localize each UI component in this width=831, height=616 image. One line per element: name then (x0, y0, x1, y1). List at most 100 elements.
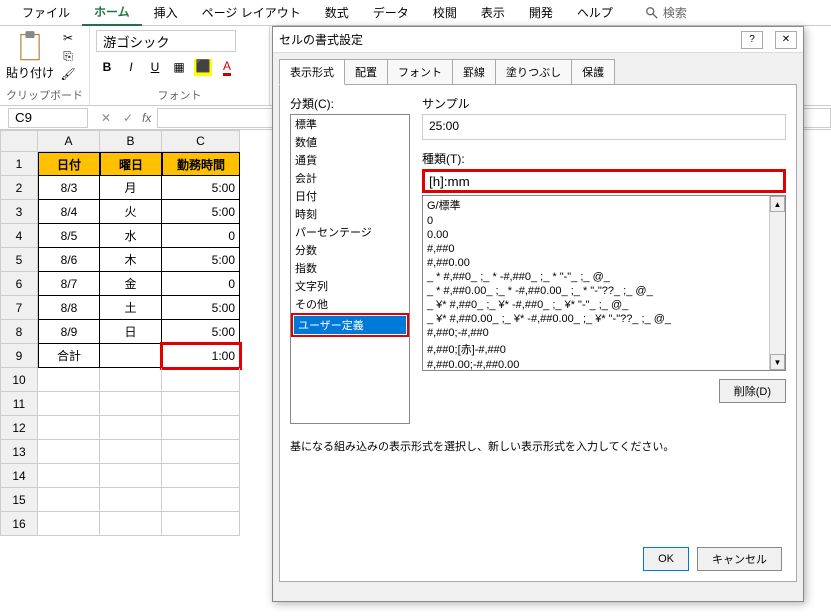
copy-button[interactable]: ⎘ (58, 48, 78, 64)
cut-button[interactable]: ✂ (58, 30, 78, 46)
cancel-button[interactable]: キャンセル (697, 547, 782, 571)
cell-B6[interactable]: 金 (100, 272, 162, 296)
scroll-down-button[interactable]: ▼ (770, 354, 785, 370)
row-header-4[interactable]: 4 (0, 224, 38, 248)
category-item-パーセンテージ[interactable]: パーセンテージ (291, 223, 409, 241)
dialog-tab-保護[interactable]: 保護 (571, 59, 615, 85)
ribbon-tab-ファイル[interactable]: ファイル (10, 0, 82, 25)
italic-button[interactable]: I (120, 56, 142, 78)
col-header-A[interactable]: A (38, 130, 100, 152)
category-item-標準[interactable]: 標準 (291, 115, 409, 133)
cell-B2[interactable]: 月 (100, 176, 162, 200)
col-header-C[interactable]: C (162, 130, 240, 152)
format-item[interactable]: #,##0.00;-#,##0.00 (423, 358, 785, 371)
row-header-10[interactable]: 10 (0, 368, 38, 392)
ribbon-tab-表示[interactable]: 表示 (469, 0, 517, 25)
category-item-ユーザー定義[interactable]: ユーザー定義 (291, 313, 409, 337)
cell-A3[interactable]: 8/4 (38, 200, 100, 224)
ribbon-tab-挿入[interactable]: 挿入 (142, 0, 190, 25)
dialog-tab-塗りつぶし[interactable]: 塗りつぶし (495, 59, 572, 85)
cell-C10[interactable] (162, 368, 240, 392)
category-item-文字列[interactable]: 文字列 (291, 277, 409, 295)
cell-A2[interactable]: 8/3 (38, 176, 100, 200)
cell-C9[interactable]: 1:00 (162, 344, 240, 368)
row-header-6[interactable]: 6 (0, 272, 38, 296)
format-item[interactable]: #,##0 (423, 242, 785, 256)
row-header-2[interactable]: 2 (0, 176, 38, 200)
font-name-input[interactable] (96, 30, 236, 52)
border-button[interactable]: ▦ (168, 56, 190, 78)
format-item[interactable]: 0 (423, 214, 785, 228)
ribbon-tab-ヘルプ[interactable]: ヘルプ (565, 0, 625, 25)
cell-A6[interactable]: 8/7 (38, 272, 100, 296)
format-item[interactable]: #,##0;-#,##0 (423, 326, 785, 340)
category-item-日付[interactable]: 日付 (291, 187, 409, 205)
cell-C11[interactable] (162, 392, 240, 416)
cell-A4[interactable]: 8/5 (38, 224, 100, 248)
cell-C16[interactable] (162, 512, 240, 536)
cell-A5[interactable]: 8/6 (38, 248, 100, 272)
cell-C1[interactable]: 勤務時間 (162, 152, 240, 176)
category-item-会計[interactable]: 会計 (291, 169, 409, 187)
formula-cancel-button[interactable]: ✕ (96, 108, 116, 128)
dialog-tab-配置[interactable]: 配置 (344, 59, 388, 85)
cell-C5[interactable]: 5:00 (162, 248, 240, 272)
cell-B10[interactable] (100, 368, 162, 392)
cell-B4[interactable]: 水 (100, 224, 162, 248)
cell-B8[interactable]: 日 (100, 320, 162, 344)
cell-C6[interactable]: 0 (162, 272, 240, 296)
row-header-5[interactable]: 5 (0, 248, 38, 272)
cell-B12[interactable] (100, 416, 162, 440)
row-header-13[interactable]: 13 (0, 440, 38, 464)
cell-B14[interactable] (100, 464, 162, 488)
category-item-指数[interactable]: 指数 (291, 259, 409, 277)
ribbon-tab-ページ レイアウト[interactable]: ページ レイアウト (190, 0, 313, 25)
category-list[interactable]: 標準数値通貨会計日付時刻パーセンテージ分数指数文字列その他ユーザー定義 (290, 114, 410, 424)
row-header-15[interactable]: 15 (0, 488, 38, 512)
cell-B11[interactable] (100, 392, 162, 416)
name-box[interactable] (8, 108, 88, 128)
formula-enter-button[interactable]: ✓ (118, 108, 138, 128)
cell-A11[interactable] (38, 392, 100, 416)
cell-A7[interactable]: 8/8 (38, 296, 100, 320)
fill-color-button[interactable]: ⬛ (192, 56, 214, 78)
cell-C15[interactable] (162, 488, 240, 512)
row-header-16[interactable]: 16 (0, 512, 38, 536)
format-item[interactable]: 0.00 (423, 228, 785, 242)
format-item[interactable]: G/標準 (423, 196, 785, 214)
cell-C4[interactable]: 0 (162, 224, 240, 248)
dialog-help-button[interactable]: ? (741, 31, 763, 49)
select-all-corner[interactable] (0, 130, 38, 152)
ribbon-tab-校閲[interactable]: 校閲 (421, 0, 469, 25)
format-item[interactable]: _ * #,##0_ ;_ * -#,##0_ ;_ * "-"_ ;_ @_ (423, 270, 785, 284)
cell-C8[interactable]: 5:00 (162, 320, 240, 344)
ribbon-tab-ホーム[interactable]: ホーム (82, 0, 142, 26)
paste-button[interactable]: 貼り付け (6, 30, 54, 81)
cell-A8[interactable]: 8/9 (38, 320, 100, 344)
font-color-button[interactable]: A (216, 56, 238, 78)
category-item-通貨[interactable]: 通貨 (291, 151, 409, 169)
cell-C12[interactable] (162, 416, 240, 440)
format-painter-button[interactable]: 🖌 (58, 66, 78, 82)
format-item[interactable]: _ ¥* #,##0.00_ ;_ ¥* -#,##0.00_ ;_ ¥* "-… (423, 312, 785, 326)
row-header-3[interactable]: 3 (0, 200, 38, 224)
cell-B16[interactable] (100, 512, 162, 536)
cell-C13[interactable] (162, 440, 240, 464)
format-item[interactable]: #,##0.00 (423, 256, 785, 270)
category-item-その他[interactable]: その他 (291, 295, 409, 313)
format-item[interactable]: _ * #,##0.00_ ;_ * -#,##0.00_ ;_ * "-"??… (423, 284, 785, 298)
row-header-14[interactable]: 14 (0, 464, 38, 488)
bold-button[interactable]: B (96, 56, 118, 78)
row-header-8[interactable]: 8 (0, 320, 38, 344)
cell-B1[interactable]: 曜日 (100, 152, 162, 176)
delete-button[interactable]: 削除(D) (719, 379, 786, 403)
format-item[interactable]: #,##0;[赤]-#,##0 (423, 340, 785, 358)
cell-B13[interactable] (100, 440, 162, 464)
underline-button[interactable]: U (144, 56, 166, 78)
col-header-B[interactable]: B (100, 130, 162, 152)
cell-C7[interactable]: 5:00 (162, 296, 240, 320)
cell-B15[interactable] (100, 488, 162, 512)
format-item[interactable]: _ ¥* #,##0_ ;_ ¥* -#,##0_ ;_ ¥* "-"_ ;_ … (423, 298, 785, 312)
cell-A15[interactable] (38, 488, 100, 512)
row-header-12[interactable]: 12 (0, 416, 38, 440)
